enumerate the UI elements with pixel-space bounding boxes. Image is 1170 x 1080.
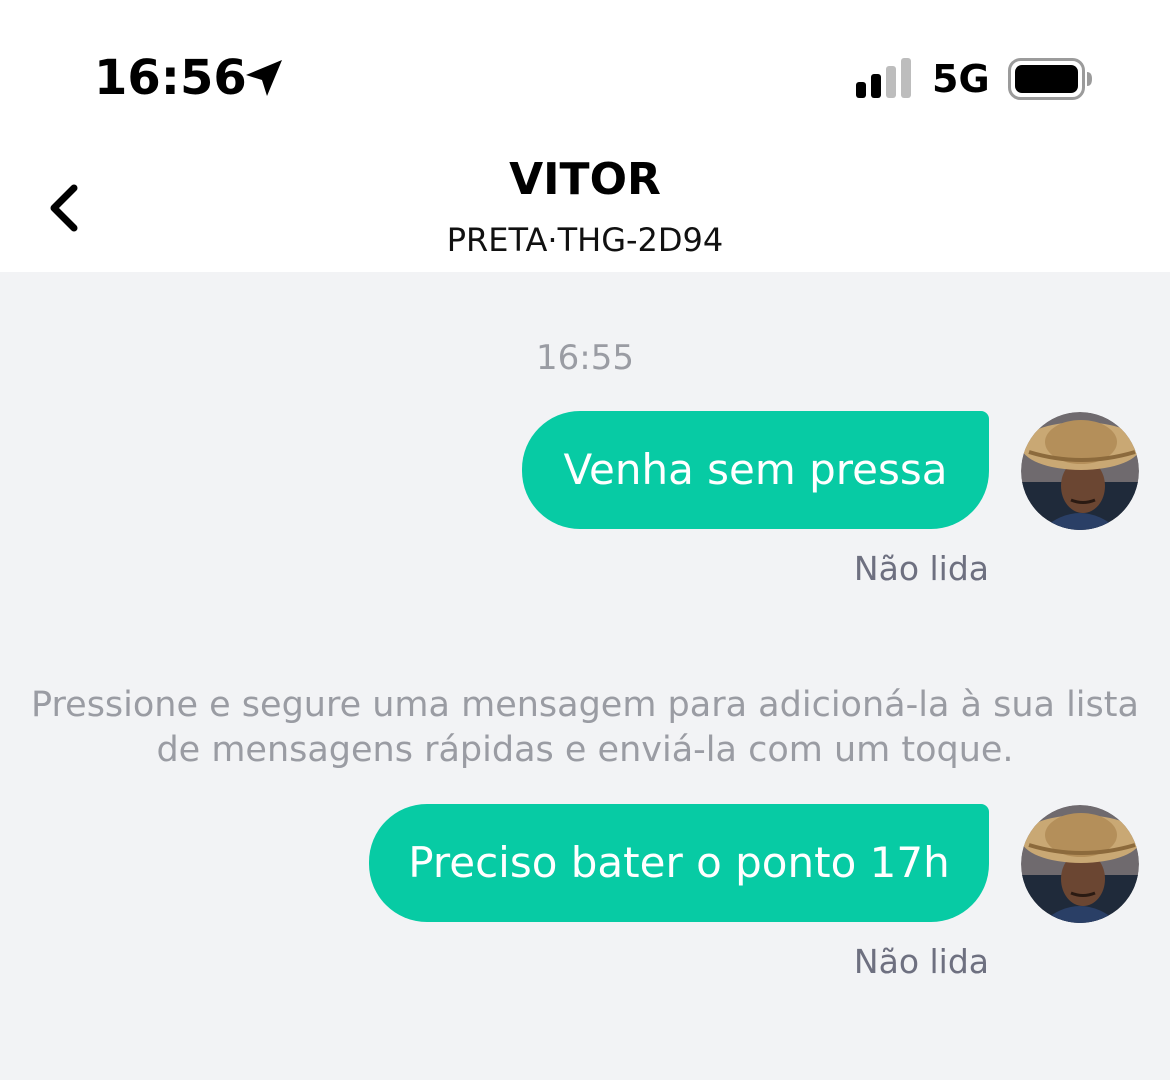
top-bar: 16:56 5G VITOR PRETA·THG-2D94 <box>0 0 1170 272</box>
signal-bars-icon <box>856 58 911 98</box>
location-arrow-icon <box>246 60 282 96</box>
message-bubble[interactable]: Venha sem pressa <box>522 411 989 529</box>
chat-screen: 16:56 5G VITOR PRETA·THG-2D94 16:55 Venh… <box>0 0 1170 1080</box>
avatar[interactable] <box>1021 412 1139 530</box>
avatar[interactable] <box>1021 805 1139 923</box>
network-label: 5G <box>932 57 990 101</box>
contact-name: VITOR <box>509 154 661 205</box>
message-text: Preciso bater o ponto 17h <box>408 838 950 887</box>
vehicle-plate: PRETA·THG-2D94 <box>446 221 724 259</box>
read-status: Não lida <box>853 942 989 981</box>
message-text: Venha sem pressa <box>563 445 948 494</box>
message-timestamp: 16:55 <box>536 338 634 378</box>
battery-icon <box>1008 58 1092 100</box>
read-status: Não lida <box>853 549 989 588</box>
message-bubble[interactable]: Preciso bater o ponto 17h <box>369 804 989 922</box>
status-time: 16:56 <box>94 50 247 106</box>
quick-message-hint: Pressione e segure uma mensagem para adi… <box>31 685 1139 770</box>
